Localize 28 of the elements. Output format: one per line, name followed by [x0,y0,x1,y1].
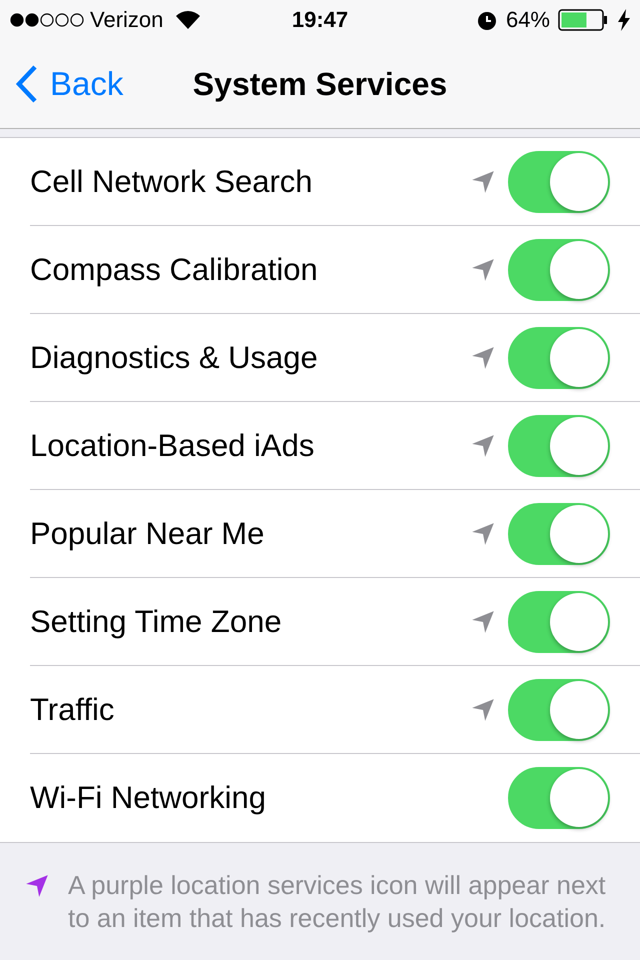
row-label: Popular Near Me [30,516,266,552]
wifi-icon [175,10,202,30]
row-label: Compass Calibration [30,252,319,288]
row-label: Traffic [30,692,116,728]
status-time: 19:47 [292,7,348,33]
row-label: Setting Time Zone [30,604,283,640]
toggle-switch[interactable] [508,591,610,653]
signal-icon [10,13,84,27]
row-label: Cell Network Search [30,164,314,200]
toggle-switch[interactable] [508,767,610,829]
row-label: Wi-Fi Networking [30,780,267,816]
toggle-switch[interactable] [508,239,610,301]
toggle-switch[interactable] [508,679,610,741]
row-label: Location-Based iAds [30,428,316,464]
battery-percent: 64% [506,7,550,33]
back-button[interactable]: Back [0,65,124,103]
battery-icon [558,9,610,31]
location-arrow-icon [24,873,50,899]
toggle-switch[interactable] [508,151,610,213]
toggle-switch[interactable] [508,327,610,389]
toggle-switch[interactable] [508,415,610,477]
toggle-switch[interactable] [508,503,610,565]
chevron-left-icon [16,65,38,103]
row-label: Diagnostics & Usage [30,340,319,376]
alarm-clock-icon [476,9,498,31]
page-title: System Services [192,66,448,102]
carrier-name: Verizon [90,7,164,33]
footer-note: A purple location services icon will appear next to an item that has recently used your location. [68,869,607,935]
